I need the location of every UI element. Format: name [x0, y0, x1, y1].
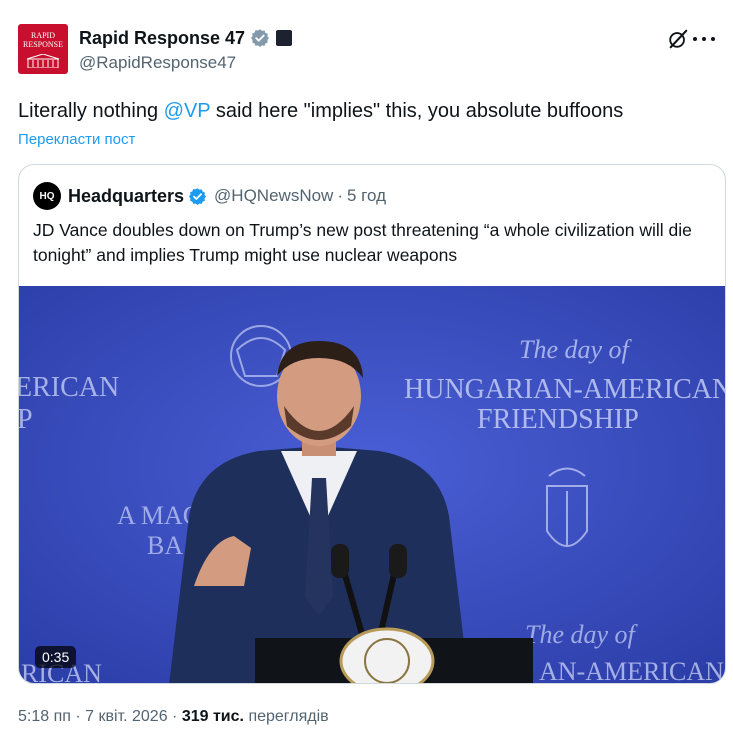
backdrop-left2: P	[19, 404, 33, 435]
tweet-text-before: Literally nothing	[18, 100, 164, 122]
video-player[interactable]: The day of HUNGARIAN-AMERICAN FRIENDSHIP…	[19, 286, 726, 684]
tweet-text-after: said here "implies" this, you absolute b…	[210, 100, 624, 122]
backdrop-script-top: The day of	[519, 335, 633, 364]
views-label: переглядів	[248, 708, 329, 725]
tweet-time[interactable]: 5:18 пп	[18, 708, 71, 725]
views-count: 319 тис.	[181, 708, 244, 725]
avatar-text-bottom: RESPONSE	[22, 40, 63, 49]
backdrop-script-bottom: The day of	[525, 620, 639, 649]
grok-icon[interactable]	[667, 28, 689, 50]
quoted-author-handle: @HQNewsNow	[214, 186, 334, 205]
tweet-header: RAPID RESPONSE Rapid Response 47 @RapidR…	[18, 22, 715, 74]
backdrop-line2: FRIENDSHIP	[477, 404, 639, 435]
quoted-separator: ·	[337, 186, 343, 205]
backdrop-line1: HUNGARIAN-AMERICAN	[404, 374, 726, 405]
tweet-date[interactable]: 7 квіт. 2026	[85, 708, 167, 725]
author-name-row: Rapid Response 47	[79, 26, 293, 50]
tweet-meta: 5:18 пп · 7 квіт. 2026 · 319 тис. перегл…	[18, 708, 329, 726]
meta-separator: ·	[172, 708, 178, 725]
video-duration: 0:35	[35, 646, 77, 668]
verified-badge-icon[interactable]	[250, 28, 270, 48]
quoted-author-avatar: HQ	[33, 182, 61, 210]
quoted-tweet-header: HQ Headquarters @HQNewsNow · 5 год	[33, 182, 386, 210]
quoted-author-name: Headquarters	[68, 185, 185, 206]
quoted-timestamp: 5 год	[347, 186, 387, 205]
meta-separator: ·	[75, 708, 81, 725]
video-frame: The day of HUNGARIAN-AMERICAN FRIENDSHIP…	[19, 286, 726, 684]
more-icon[interactable]	[693, 28, 715, 50]
verified-badge-icon	[188, 187, 207, 205]
quoted-tweet-card[interactable]: HQ Headquarters @HQNewsNow · 5 год JD Va…	[18, 164, 726, 684]
tweet-text: Literally nothing @VP said here "implies…	[18, 99, 623, 123]
mention-link[interactable]: @VP	[164, 100, 211, 122]
translate-post-link[interactable]: Перекласти пост	[18, 131, 135, 148]
author-avatar[interactable]: RAPID RESPONSE	[18, 24, 68, 74]
author-handle[interactable]: @RapidResponse47	[79, 53, 236, 73]
avatar-text-top: RAPID	[30, 31, 55, 40]
building-logo-icon	[26, 54, 60, 68]
backdrop-left1: ERICAN	[19, 372, 119, 403]
quoted-tweet-text: JD Vance doubles down on Trump’s new pos…	[33, 220, 692, 265]
author-display-name[interactable]: Rapid Response 47	[79, 28, 245, 49]
backdrop-left4: BA	[147, 531, 183, 560]
backdrop-bottom-right: AN-AMERICAN	[539, 657, 724, 684]
affiliate-badge-icon[interactable]	[276, 30, 293, 46]
